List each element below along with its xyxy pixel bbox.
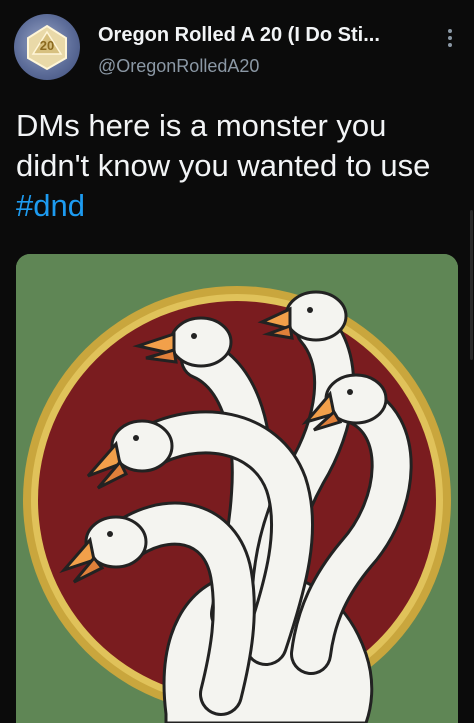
svg-text:20: 20 (40, 38, 54, 53)
scrollbar[interactable] (470, 210, 473, 360)
tweet-text: DMs here is a monster you didn't know yo… (16, 106, 456, 226)
tweet-card[interactable]: 20 Oregon Rolled A 20 (I Do Sti... @Oreg… (0, 0, 474, 723)
d20-avatar-icon: 20 (27, 24, 67, 71)
goose-hydra-illustration (16, 254, 458, 723)
display-name[interactable]: Oregon Rolled A 20 (I Do Sti... (98, 24, 380, 47)
tweet-text-body: DMs here is a monster you didn't know yo… (16, 108, 431, 183)
tweet-image[interactable] (16, 254, 458, 723)
more-vertical-icon (448, 29, 452, 47)
hashtag-link[interactable]: #dnd (16, 188, 85, 223)
user-handle[interactable]: @OregonRolledA20 (98, 56, 259, 77)
avatar[interactable]: 20 (14, 14, 80, 80)
more-button[interactable] (438, 26, 462, 50)
